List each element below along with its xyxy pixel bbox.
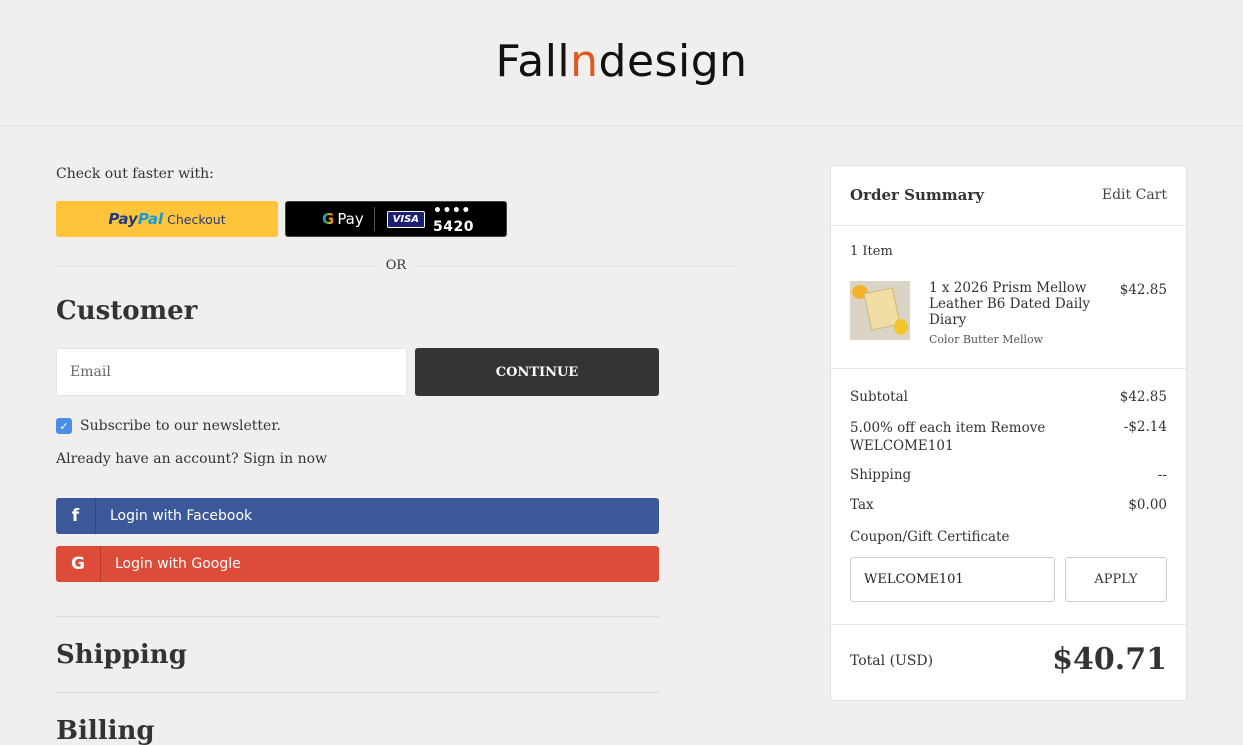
tax-label: Tax (850, 497, 874, 513)
section-divider (56, 616, 659, 617)
checkout-faster-label: Check out faster with: (56, 166, 214, 182)
site-header: Fallndesign (0, 0, 1243, 126)
newsletter-option: ✓ Subscribe to our newsletter. (56, 418, 281, 434)
login-facebook-label: Login with Facebook (110, 508, 253, 524)
account-prompt-text: Already have an account? (56, 451, 239, 467)
google-icon: G (56, 546, 101, 582)
paypal-logo-pay: Pay (108, 210, 138, 228)
subtotal-value: $42.85 (1119, 389, 1167, 405)
order-summary-title: Order Summary (850, 186, 984, 204)
tax-value: $0.00 (1128, 497, 1167, 513)
paypal-logo: PayPal (108, 210, 163, 228)
product-variant: Color Butter Mellow (929, 333, 1044, 346)
discount-code: WELCOME101 (850, 438, 954, 454)
google-pay-button[interactable]: G Pay VISA •••• 5420 (285, 201, 507, 237)
order-summary-header: Order Summary Edit Cart (831, 166, 1186, 226)
email-input[interactable] (56, 348, 407, 396)
logo-text-suffix: design (598, 36, 748, 87)
google-pay-divider (373, 207, 375, 231)
newsletter-checkbox[interactable]: ✓ (56, 418, 72, 434)
product-name: 1 x 2026 Prism Mellow Leather B6 Dated D… (929, 280, 1091, 328)
order-summary: Order Summary Edit Cart 1 Item 1 x 2026 … (830, 165, 1187, 701)
login-google-button[interactable]: G Login with Google (56, 546, 659, 582)
section-divider (56, 692, 659, 693)
remove-discount-link[interactable]: Remove (991, 420, 1046, 436)
newsletter-label: Subscribe to our newsletter. (80, 418, 281, 434)
item-count: 1 Item (850, 244, 893, 259)
discount-value: -$2.14 (1123, 419, 1167, 435)
paypal-checkout-button[interactable]: PayPal Checkout (56, 201, 278, 237)
discount-info: 5.00% off each item Remove WELCOME101 (850, 419, 1050, 455)
customer-heading: Customer (56, 296, 198, 326)
coupon-label: Coupon/Gift Certificate (850, 529, 1010, 545)
sign-in-link[interactable]: Sign in now (243, 451, 327, 467)
subtotal-label: Subtotal (850, 389, 908, 405)
login-facebook-button[interactable]: f Login with Facebook (56, 498, 659, 534)
login-google-label: Login with Google (115, 556, 241, 572)
account-prompt: Already have an account? Sign in now (56, 451, 327, 467)
coupon-input[interactable] (850, 557, 1055, 602)
google-pay-label: Pay (337, 210, 364, 228)
visa-card-icon: VISA (386, 210, 426, 228)
billing-heading: Billing (56, 716, 155, 745)
site-logo[interactable]: Fallndesign (0, 32, 1243, 92)
product-thumbnail (850, 281, 910, 340)
product-price: $42.85 (1119, 282, 1167, 298)
logo-text-accent: n (570, 36, 599, 87)
total-value: $40.71 (1052, 642, 1167, 677)
card-last-digits: •••• 5420 (433, 203, 474, 235)
paypal-logo-pal: Pal (137, 210, 164, 228)
summary-divider (831, 368, 1186, 369)
total-label: Total (USD) (850, 653, 934, 669)
google-g-icon: G (322, 210, 335, 228)
logo-text-prefix: Fall (495, 36, 571, 87)
continue-button[interactable]: CONTINUE (415, 348, 659, 396)
summary-divider (831, 624, 1186, 625)
shipping-value: -- (1157, 467, 1167, 483)
shipping-heading: Shipping (56, 640, 187, 670)
google-pay-logo: G Pay (286, 210, 364, 228)
paypal-checkout-label: Checkout (167, 211, 226, 227)
apply-coupon-button[interactable]: APPLY (1065, 557, 1167, 602)
or-divider-text: OR (376, 258, 416, 273)
shipping-label: Shipping (850, 467, 912, 483)
facebook-icon: f (56, 498, 96, 534)
discount-label: 5.00% off each item (850, 420, 987, 436)
edit-cart-link[interactable]: Edit Cart (1102, 187, 1167, 203)
